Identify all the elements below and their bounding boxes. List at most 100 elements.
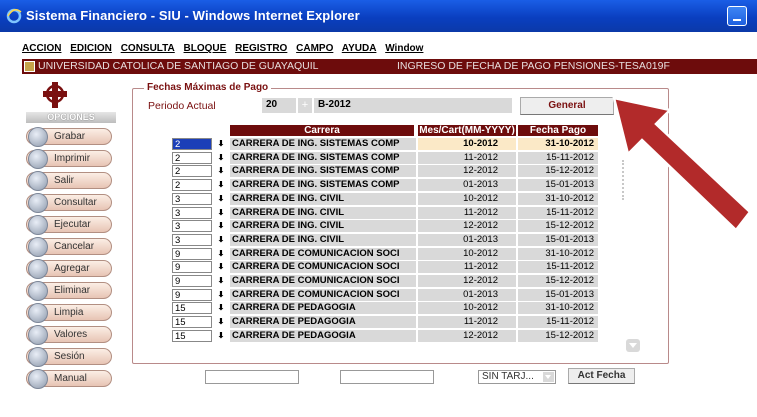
periodo-value-field[interactable]: B-2012	[314, 98, 512, 113]
row-number-field[interactable]: 3	[172, 192, 212, 205]
row-carrera[interactable]: CARRERA DE COMUNICACION SOCI	[230, 288, 416, 301]
row-carrera[interactable]: CARRERA DE PEDAGOGIA	[230, 316, 416, 329]
row-carrera[interactable]: CARRERA DE ING. SISTEMAS COMP	[230, 151, 416, 164]
agregar-button[interactable]: Agregar	[26, 259, 112, 279]
table-row[interactable]: 15 ⬇ CARRERA DE PEDAGOGIA 12-2012 15-12-2012	[172, 329, 634, 343]
menu-accion[interactable]: ACCION	[22, 43, 61, 54]
row-fecha[interactable]: 31-10-2012	[518, 138, 598, 150]
menu-edicion[interactable]: EDICION	[70, 43, 112, 54]
salir-button[interactable]: Salir	[26, 171, 112, 191]
row-carrera[interactable]: CARRERA DE ING. CIVIL	[230, 192, 416, 205]
row-mes[interactable]: 10-2012	[418, 302, 516, 315]
menu-consulta[interactable]: CONSULTA	[121, 43, 175, 54]
row-number-field[interactable]: 3	[172, 233, 212, 246]
row-number-field[interactable]: 15	[172, 329, 212, 342]
row-dropdown-icon[interactable]: ⬇	[214, 288, 228, 301]
row-carrera[interactable]: CARRERA DE ING. SISTEMAS COMP	[230, 165, 416, 178]
limpia-button[interactable]: Limpia	[26, 303, 112, 323]
imprimir-button[interactable]: Imprimir	[26, 149, 112, 169]
valores-button[interactable]: Valores	[26, 325, 112, 345]
grabar-button[interactable]: Grabar	[26, 127, 112, 147]
bottom-field-1[interactable]	[205, 370, 299, 384]
periodo-plus-icon[interactable]: +	[298, 98, 312, 113]
table-row[interactable]: 9 ⬇ CARRERA DE COMUNICACION SOCI 10-2012 31-…	[172, 247, 634, 261]
row-mes[interactable]: 12-2012	[418, 165, 516, 178]
row-number-field[interactable]: 2	[172, 151, 212, 164]
row-carrera[interactable]: CARRERA DE ING. SISTEMAS COMP	[230, 138, 416, 150]
menu-ayuda[interactable]: AYUDA	[342, 43, 377, 54]
row-mes[interactable]: 12-2012	[418, 275, 516, 287]
dropdown-arrow-icon[interactable]	[543, 372, 554, 382]
menu-registro[interactable]: REGISTRO	[235, 43, 287, 54]
row-fecha[interactable]: 15-12-2012	[518, 165, 598, 178]
row-mes[interactable]: 11-2012	[418, 206, 516, 219]
scroll-down-icon[interactable]	[626, 339, 640, 352]
row-dropdown-icon[interactable]: ⬇	[214, 138, 228, 150]
row-number-field[interactable]: 15	[172, 302, 212, 315]
row-fecha[interactable]: 15-12-2012	[518, 275, 598, 287]
table-row[interactable]: 15 ⬇ CARRERA DE PEDAGOGIA 11-2012 15-11-2012	[172, 316, 634, 329]
row-dropdown-icon[interactable]: ⬇	[214, 151, 228, 164]
row-mes[interactable]: 11-2012	[418, 316, 516, 329]
cancelar-button[interactable]: Cancelar	[26, 237, 112, 257]
row-number-field[interactable]: 3	[172, 206, 212, 219]
table-row[interactable]: 3 ⬇ CARRERA DE ING. CIVIL 12-2012 15-12-2012	[172, 220, 634, 233]
row-dropdown-icon[interactable]: ⬇	[214, 165, 228, 178]
minimize-icon[interactable]	[727, 6, 747, 26]
row-fecha[interactable]: 15-11-2012	[518, 316, 598, 329]
row-number-field[interactable]: 2	[172, 165, 212, 178]
row-dropdown-icon[interactable]: ⬇	[214, 206, 228, 219]
periodo-code-field[interactable]: 20	[262, 98, 296, 113]
table-row[interactable]: 2 ⬇ CARRERA DE ING. SISTEMAS COMP 11-2012 15…	[172, 151, 634, 165]
row-mes[interactable]: 10-2012	[418, 138, 516, 150]
row-mes[interactable]: 11-2012	[418, 261, 516, 274]
row-carrera[interactable]: CARRERA DE COMUNICACION SOCI	[230, 247, 416, 260]
sesion-button[interactable]: Sesión	[26, 347, 112, 367]
row-carrera[interactable]: CARRERA DE ING. CIVIL	[230, 220, 416, 233]
row-fecha[interactable]: 15-12-2012	[518, 329, 598, 342]
table-row[interactable]: 3 ⬇ CARRERA DE ING. CIVIL 01-2013 15-01-2013	[172, 233, 634, 247]
row-carrera[interactable]: CARRERA DE PEDAGOGIA	[230, 302, 416, 315]
row-fecha[interactable]: 15-01-2013	[518, 233, 598, 246]
row-dropdown-icon[interactable]: ⬇	[214, 233, 228, 246]
row-number-field[interactable]: 9	[172, 275, 212, 287]
row-carrera[interactable]: CARRERA DE ING. CIVIL	[230, 206, 416, 219]
row-fecha[interactable]: 15-11-2012	[518, 151, 598, 164]
row-mes[interactable]: 11-2012	[418, 151, 516, 164]
row-fecha[interactable]: 31-10-2012	[518, 192, 598, 205]
table-row[interactable]: 3 ⬇ CARRERA DE ING. CIVIL 11-2012 15-11-2012	[172, 206, 634, 220]
table-row[interactable]: 2 ⬇ CARRERA DE ING. SISTEMAS COMP 01-2013 15…	[172, 179, 634, 192]
row-mes[interactable]: 01-2013	[418, 179, 516, 192]
row-dropdown-icon[interactable]: ⬇	[214, 179, 228, 192]
row-number-field[interactable]: 2	[172, 179, 212, 192]
row-fecha[interactable]: 15-01-2013	[518, 179, 598, 192]
table-row[interactable]: 9 ⬇ CARRERA DE COMUNICACION SOCI 12-2012 15-…	[172, 275, 634, 288]
tarjeta-select[interactable]: SIN TARJ...	[478, 370, 556, 384]
table-row[interactable]: 3 ⬇ CARRERA DE ING. CIVIL 10-2012 31-10-2012	[172, 192, 634, 206]
table-row[interactable]: 2 ⬇ CARRERA DE ING. SISTEMAS COMP 10-2012 31…	[172, 138, 634, 151]
row-mes[interactable]: 12-2012	[418, 329, 516, 342]
ejecutar-button[interactable]: Ejecutar	[26, 215, 112, 235]
row-dropdown-icon[interactable]: ⬇	[214, 316, 228, 329]
menu-window[interactable]: Window	[385, 43, 423, 54]
row-dropdown-icon[interactable]: ⬇	[214, 261, 228, 274]
row-number-field[interactable]: 9	[172, 261, 212, 274]
row-dropdown-icon[interactable]: ⬇	[214, 302, 228, 315]
row-dropdown-icon[interactable]: ⬇	[214, 192, 228, 205]
row-dropdown-icon[interactable]: ⬇	[214, 329, 228, 342]
row-fecha[interactable]: 15-01-2013	[518, 288, 598, 301]
table-row[interactable]: 9 ⬇ CARRERA DE COMUNICACION SOCI 01-2013 15-…	[172, 288, 634, 302]
row-number-field[interactable]: 9	[172, 247, 212, 260]
table-row[interactable]: 15 ⬇ CARRERA DE PEDAGOGIA 10-2012 31-10-2012	[172, 302, 634, 315]
row-dropdown-icon[interactable]: ⬇	[214, 275, 228, 287]
act-fecha-button[interactable]: Act Fecha	[568, 368, 635, 384]
row-carrera[interactable]: CARRERA DE ING. CIVIL	[230, 233, 416, 246]
eliminar-button[interactable]: Eliminar	[26, 281, 112, 301]
row-number-field[interactable]: 15	[172, 316, 212, 329]
row-mes[interactable]: 10-2012	[418, 247, 516, 260]
manual-button[interactable]: Manual	[26, 369, 112, 389]
row-mes[interactable]: 01-2013	[418, 288, 516, 301]
table-row[interactable]: 9 ⬇ CARRERA DE COMUNICACION SOCI 11-2012 15-…	[172, 261, 634, 274]
row-mes[interactable]: 01-2013	[418, 233, 516, 246]
bottom-field-2[interactable]	[340, 370, 434, 384]
